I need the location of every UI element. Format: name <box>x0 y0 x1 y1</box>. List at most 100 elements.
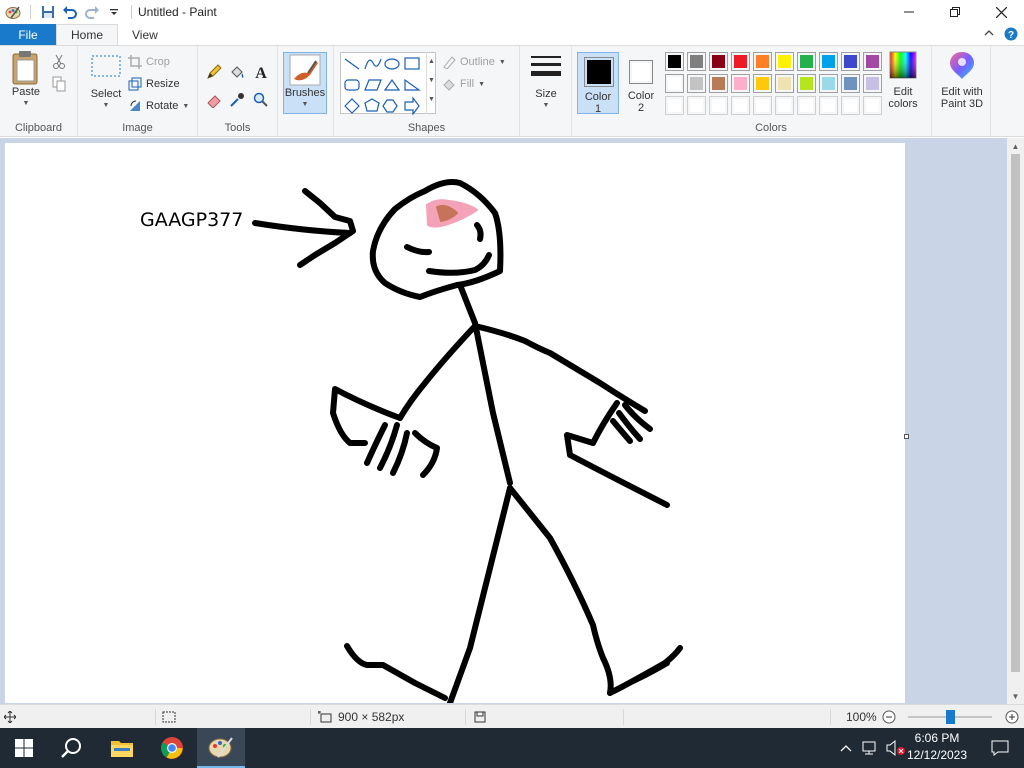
search-icon <box>61 738 81 758</box>
color-picker-tool[interactable] <box>229 90 245 110</box>
rotate-icon <box>130 100 140 111</box>
fill-label: Fill <box>460 78 475 90</box>
color-swatch[interactable] <box>687 52 706 71</box>
color-swatch[interactable] <box>731 52 750 71</box>
color-swatch[interactable] <box>775 52 794 71</box>
undo-icon[interactable] <box>59 1 81 23</box>
zoom-slider-thumb[interactable] <box>946 710 955 724</box>
color-swatch[interactable] <box>753 74 772 93</box>
system-clock[interactable]: 6:06 PM 12/12/2023 <box>902 730 972 764</box>
cut-button[interactable] <box>52 52 66 72</box>
color-spectrum-icon <box>889 51 917 79</box>
color-swatch[interactable] <box>819 96 838 115</box>
paint-app-icon[interactable] <box>2 1 24 23</box>
vertical-scrollbar[interactable]: ▲ ▼ <box>1007 138 1024 704</box>
color-swatch[interactable] <box>797 96 816 115</box>
drawing-canvas[interactable]: GAAGP377 <box>5 143 909 703</box>
tab-view[interactable]: View <box>118 24 172 46</box>
maximize-button[interactable] <box>932 0 978 24</box>
pencil-tool[interactable] <box>206 62 222 82</box>
search-button[interactable] <box>48 728 96 768</box>
tab-home[interactable]: Home <box>56 24 119 46</box>
paste-icon <box>12 51 38 85</box>
redo-icon[interactable] <box>81 1 103 23</box>
scroll-thumb[interactable] <box>1011 154 1020 672</box>
eraser-tool[interactable] <box>206 90 222 110</box>
start-button[interactable] <box>0 728 48 768</box>
edit-colors-line2: colors <box>888 98 918 110</box>
collapse-ribbon-icon[interactable] <box>984 27 994 44</box>
color-swatch[interactable] <box>863 52 882 71</box>
color-swatch[interactable] <box>863 96 882 115</box>
file-size <box>474 705 486 729</box>
color-swatch[interactable] <box>665 96 684 115</box>
color-swatch[interactable] <box>863 74 882 93</box>
image-label: Image <box>122 122 153 134</box>
zoom-text: 100% <box>846 710 877 724</box>
minimize-button[interactable] <box>886 0 932 24</box>
scroll-down-arrow[interactable]: ▼ <box>1007 688 1024 704</box>
file-explorer-button[interactable] <box>98 728 146 768</box>
color-swatch[interactable] <box>775 74 794 93</box>
color-swatch[interactable] <box>709 74 728 93</box>
customize-quick-access-icon[interactable] <box>103 1 125 23</box>
fill-button[interactable]: Fill ▼ <box>442 74 485 94</box>
rotate-button[interactable]: Rotate ▼ <box>128 96 189 116</box>
zoom-out-button[interactable] <box>882 705 896 729</box>
color-swatch[interactable] <box>841 52 860 71</box>
resize-button[interactable]: Resize <box>128 74 180 94</box>
color-swatch[interactable] <box>797 52 816 71</box>
save-icon[interactable] <box>37 1 59 23</box>
paste-button[interactable]: Paste ▼ <box>6 50 46 110</box>
paint-taskbar-button[interactable] <box>197 728 245 768</box>
network-button[interactable] <box>858 728 882 768</box>
magnifier-tool[interactable] <box>253 90 269 110</box>
chrome-button[interactable] <box>148 728 196 768</box>
edit-with-paint3d-button[interactable]: Edit with Paint 3D <box>934 50 990 110</box>
svg-text:A: A <box>255 65 267 80</box>
cursor-position <box>4 705 16 729</box>
color-swatch[interactable] <box>731 74 750 93</box>
color1-button[interactable]: Color 1 <box>577 52 619 115</box>
color-swatch[interactable] <box>841 96 860 115</box>
color-swatch[interactable] <box>753 52 772 71</box>
show-hidden-icons-button[interactable] <box>836 728 856 768</box>
color-swatch[interactable] <box>709 52 728 71</box>
shapes-scroll[interactable]: ▲ ▼ ▼ <box>426 52 436 114</box>
color-swatch[interactable] <box>687 74 706 93</box>
brushes-button[interactable]: Brushes ▼ <box>283 52 327 114</box>
size-button[interactable]: Size ▼ <box>526 50 566 112</box>
color2-button[interactable]: Color 2 <box>621 52 661 114</box>
copy-icon <box>52 76 66 92</box>
zoom-in-button[interactable] <box>1005 705 1019 729</box>
edit-colors-button[interactable]: Edit colors <box>883 50 923 110</box>
resize-handle[interactable] <box>904 434 909 439</box>
outline-button[interactable]: Outline ▼ <box>442 52 506 72</box>
close-button[interactable] <box>978 0 1024 24</box>
fill-tool[interactable] <box>229 62 245 82</box>
image-dimensions: 900 × 582px <box>318 705 404 729</box>
color-swatch[interactable] <box>687 96 706 115</box>
color-swatch[interactable] <box>775 96 794 115</box>
color-swatch[interactable] <box>731 96 750 115</box>
color-swatch[interactable] <box>819 74 838 93</box>
select-button[interactable]: Select ▼ <box>84 50 128 112</box>
color-swatch[interactable] <box>665 52 684 71</box>
crop-button[interactable]: Crop <box>128 52 170 72</box>
copy-button[interactable] <box>52 74 66 94</box>
color-swatch[interactable] <box>797 74 816 93</box>
paint3d-icon <box>950 52 974 79</box>
action-center-button[interactable] <box>980 728 1020 768</box>
tab-file[interactable]: File <box>0 24 56 46</box>
color-swatch[interactable] <box>841 74 860 93</box>
color-swatch[interactable] <box>665 74 684 93</box>
color-swatch[interactable] <box>709 96 728 115</box>
text-tool[interactable]: A <box>253 62 269 82</box>
scroll-up-arrow[interactable]: ▲ <box>1007 138 1024 154</box>
color-swatch[interactable] <box>753 96 772 115</box>
status-bar: 900 × 582px 100% <box>0 704 1024 728</box>
help-icon[interactable]: ? <box>1004 27 1018 44</box>
shapes-gallery[interactable] <box>340 52 436 116</box>
color-swatch[interactable] <box>819 52 838 71</box>
tools-group: A Tools <box>198 46 278 136</box>
